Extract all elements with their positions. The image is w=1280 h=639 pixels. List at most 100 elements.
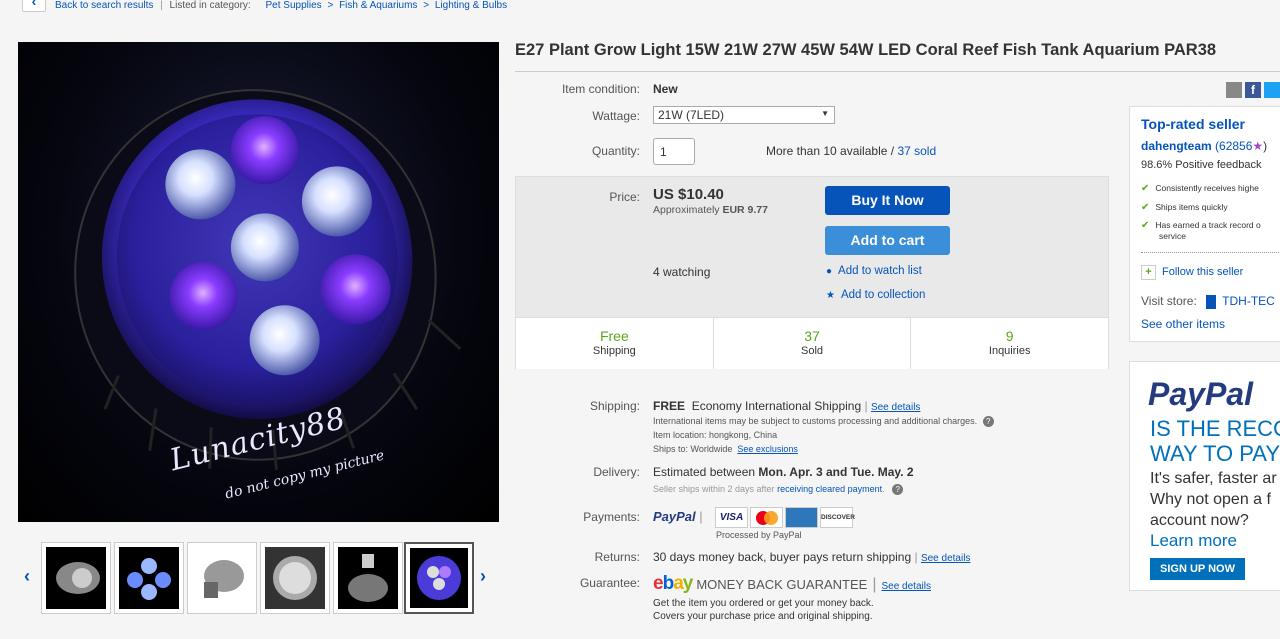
learn-more-link[interactable]: Learn more — [1150, 531, 1237, 551]
approx-price: Approximately EUR 9.77 — [653, 204, 768, 216]
payments-label: Payments: — [583, 510, 640, 524]
chevron-right-icon[interactable]: › — [480, 566, 486, 587]
divider — [515, 71, 1280, 72]
cleared-payment-link[interactable]: receiving cleared payment — [777, 484, 882, 494]
sign-up-now-button[interactable]: SIGN UP NOW — [1150, 558, 1245, 580]
check-text: Has earned a track record o — [1155, 220, 1261, 230]
ebay-logo: ebay — [653, 573, 693, 594]
stat-value: 9 — [1005, 328, 1014, 344]
guarantee-see-details-link[interactable]: See details — [881, 581, 930, 592]
returns-policy: 30 days money back, buyer pays return sh… — [653, 550, 971, 564]
breadcrumb: ‹ Back to search results | Listed in cat… — [0, 0, 700, 14]
mastercard-icon — [750, 507, 783, 528]
visit-store-line: Visit store: TDH-TEC — [1141, 294, 1275, 309]
paypal-ad-b1: It's safer, faster ar — [1150, 470, 1277, 487]
shipping-method: Economy International Shipping — [691, 399, 862, 413]
seller-check-3-cont: service — [1159, 231, 1186, 241]
see-other-items-label[interactable]: See other items — [1141, 317, 1225, 331]
quantity-label: Quantity: — [591, 144, 640, 158]
intl-note: International items may be subject to cu… — [653, 416, 994, 427]
shipping-see-details-link[interactable]: See details — [871, 402, 920, 413]
delivery-dates: Mon. Apr. 3 and Tue. May. 2 — [758, 465, 914, 479]
star-icon: ★ — [826, 290, 835, 301]
check-icon: ✔ — [1141, 183, 1150, 194]
delivery-label: Delivery: — [593, 465, 640, 479]
thumbnail-strip: ‹ › — [24, 542, 494, 616]
shipping-line: FREE Economy International Shipping | Se… — [653, 399, 921, 413]
seller-name-link[interactable]: dahengteam — [1141, 139, 1212, 153]
category-link-pet-supplies[interactable]: Pet Supplies — [266, 0, 322, 11]
shipping-label: Shipping: — [589, 399, 640, 413]
returns-see-details-link[interactable]: See details — [921, 553, 970, 564]
stats-bar: Free Shipping 37 Sold 9 Inquiries — [516, 317, 1108, 369]
main-product-image[interactable]: Lunacity88 do not copy my picture — [18, 42, 499, 522]
store-link[interactable]: TDH-TEC — [1222, 294, 1275, 308]
email-icon[interactable] — [1226, 82, 1242, 98]
see-other-items-link[interactable]: See other items — [1141, 317, 1225, 331]
see-exclusions-link[interactable]: See exclusions — [737, 444, 798, 454]
follow-seller-link[interactable]: + Follow this seller — [1141, 265, 1243, 280]
thumbnail-2[interactable] — [114, 542, 184, 614]
quantity-input[interactable]: 1 — [653, 138, 695, 165]
crumb-sep: > — [327, 0, 334, 11]
stat-shipping: Free Shipping — [516, 318, 714, 369]
watch-list-label[interactable]: Add to watch list — [838, 265, 922, 277]
price-value: US $10.40 — [653, 186, 724, 203]
buy-it-now-button[interactable]: Buy It Now — [825, 186, 950, 215]
thumbnail-3[interactable] — [187, 542, 257, 614]
add-to-cart-button[interactable]: Add to cart — [825, 226, 950, 255]
twitter-icon[interactable] — [1264, 82, 1280, 98]
check-text: Ships items quickly — [1155, 202, 1228, 212]
collection-label[interactable]: Add to collection — [841, 289, 925, 301]
availability-text: More than 10 available / 37 sold — [766, 144, 936, 158]
wattage-select[interactable]: 21W (7LED) ▼ — [653, 106, 835, 124]
condition-value: New — [653, 82, 678, 96]
thumbnail-6-selected[interactable] — [404, 542, 474, 614]
visit-store-label: Visit store: — [1141, 294, 1197, 308]
condition-label: Item condition: — [561, 82, 640, 96]
sold-count-link[interactable]: 37 sold — [897, 144, 936, 158]
amex-icon — [785, 507, 818, 528]
visa-icon: VISA — [715, 507, 748, 528]
back-to-search-link[interactable]: Back to search results — [55, 0, 153, 11]
wattage-selected-value: 21W (7LED) — [658, 108, 725, 122]
check-icon: ✔ — [1141, 202, 1150, 213]
paypal-advertisement[interactable]: PayPal IS THE RECO WAY TO PAY It's safer… — [1129, 361, 1280, 591]
delivery-estimate: Estimated between Mon. Apr. 3 and Tue. M… — [653, 465, 914, 479]
facebook-icon[interactable]: f — [1245, 82, 1261, 98]
positive-feedback: 98.6% Positive feedback — [1141, 159, 1262, 171]
stat-value: 37 — [804, 328, 820, 344]
dropdown-caret-icon: ▼ — [821, 109, 829, 118]
crumb-sep: > — [423, 0, 430, 11]
mbg-text: MONEY BACK GUARANTEE — [696, 577, 868, 592]
guarantee-label: Guarantee: — [579, 576, 640, 590]
seller-check-2: ✔ Ships items quickly — [1141, 202, 1228, 213]
paypal-logo: PayPal | — [653, 509, 703, 524]
ships-to-text: Ships to: Worldwide — [653, 444, 733, 454]
chevron-left-icon[interactable]: ‹ — [24, 566, 30, 587]
category-link-fish[interactable]: Fish & Aquariums — [339, 0, 417, 11]
seller-score[interactable]: (62856 — [1215, 139, 1252, 153]
delivery-note-end: . — [882, 484, 885, 494]
collection-link[interactable]: ★ Add to collection — [826, 289, 925, 301]
help-icon[interactable]: ? — [982, 416, 994, 427]
thumbnail-4[interactable] — [260, 542, 330, 614]
stat-value: Free — [599, 328, 629, 344]
thumbnail-1[interactable] — [41, 542, 111, 614]
back-arrow-icon[interactable]: ‹ — [22, 0, 46, 12]
thumbnail-5[interactable] — [333, 542, 403, 614]
listed-in-label: Listed in category: — [169, 0, 251, 11]
discover-icon: DISCOVER — [820, 507, 855, 528]
help-icon[interactable]: ? — [892, 484, 904, 495]
money-back-guarantee: ebay MONEY BACK GUARANTEE | See details — [653, 573, 931, 594]
availability-label: More than 10 available / — [766, 144, 895, 158]
approx-label: Approximately — [653, 204, 720, 216]
top-rated-seller-heading: Top-rated seller — [1141, 116, 1245, 132]
watching-count: 4 watching — [653, 265, 711, 279]
category-link-lighting[interactable]: Lighting & Bulbs — [435, 0, 507, 11]
watch-list-link[interactable]: ● Add to watch list — [826, 265, 922, 277]
paypal-ad-logo: PayPal — [1148, 376, 1253, 412]
divider — [1141, 252, 1280, 253]
follow-label[interactable]: Follow this seller — [1162, 266, 1243, 278]
processed-by-paypal: Processed by PayPal — [716, 530, 802, 540]
